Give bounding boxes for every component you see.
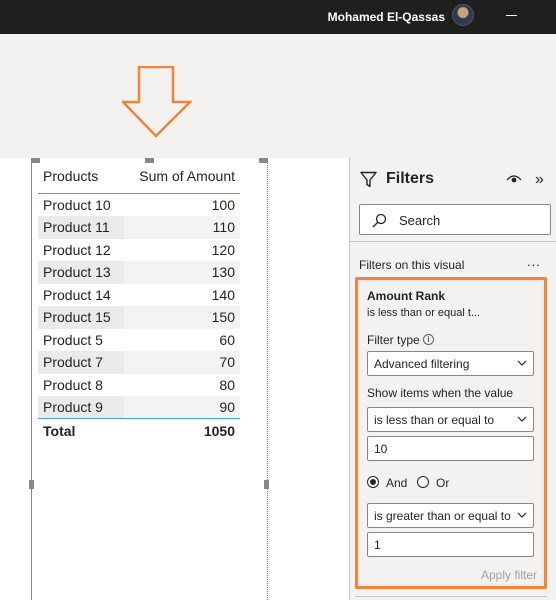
amount-cell: 100 [211, 197, 235, 213]
table-row: Product 9 90 [38, 396, 240, 419]
condition2-value: is greater than or equal to [374, 509, 511, 523]
filters-title: Filters [386, 170, 435, 187]
table-row: Product 7 70 [38, 351, 240, 374]
filters-pane: Filters » Search Filters on this visual … [349, 158, 556, 600]
filter-card-summary: is less than or equal t... [367, 307, 481, 319]
table-total-row: Total 1050 [38, 418, 240, 443]
condition2-dropdown[interactable]: is greater than or equal to [367, 503, 534, 528]
filter-card-body: Amount Rank is less than or equal t... F… [360, 282, 542, 584]
ribbon-area [0, 34, 556, 158]
value1-input[interactable]: 10 [367, 436, 534, 461]
amount-cell: 120 [211, 241, 235, 258]
filter-card-title[interactable]: Amount Rank [367, 289, 445, 303]
condition1-dropdown[interactable]: is less than or equal to [367, 407, 534, 432]
user-name: Mohamed El-Qassas [327, 10, 445, 24]
or-radio[interactable] [417, 476, 429, 488]
product-cell: Product 11 [38, 216, 124, 239]
funnel-icon [360, 171, 377, 188]
amount-cell: 150 [123, 306, 240, 329]
condition1-value: is less than or equal to [374, 413, 495, 427]
resize-handle[interactable] [259, 158, 268, 163]
next-filter-card-edge [355, 596, 547, 600]
title-bar: Mohamed El-Qassas [0, 0, 556, 34]
amount-cell: 60 [219, 331, 235, 348]
amount-cell: 140 [211, 286, 235, 303]
search-placeholder: Search [399, 213, 441, 228]
table-row: Product 15 150 [38, 306, 240, 329]
amount-cell: 130 [123, 261, 240, 284]
filter-type-value: Advanced filtering [374, 357, 470, 371]
column-header-products[interactable]: Products [38, 166, 124, 194]
resize-handle[interactable] [29, 480, 34, 489]
filters-on-visual-label: Filters on this visual [359, 258, 465, 272]
filters-search-input[interactable]: Search [359, 204, 551, 235]
value2-input[interactable]: 1 [367, 532, 534, 557]
product-cell: Product 12 [43, 241, 111, 258]
table-row: Product 5 60 [38, 329, 240, 352]
data-table: Products Sum of Amount Product 10 100 Pro… [38, 166, 240, 443]
product-cell: Product 14 [43, 286, 111, 303]
show-items-label: Show items when the value [367, 386, 514, 400]
product-cell: Product 13 [38, 261, 124, 284]
amount-cell: 90 [123, 396, 240, 419]
down-arrow-icon [122, 66, 192, 138]
amount-cell: 70 [123, 351, 240, 374]
and-label: And [386, 476, 408, 490]
divider [350, 241, 556, 242]
avatar[interactable] [452, 4, 474, 26]
product-cell: Product 9 [38, 396, 124, 419]
search-icon [372, 213, 387, 228]
table-row: Product 11 110 [38, 216, 240, 239]
column-header-amount[interactable]: Sum of Amount [123, 166, 240, 194]
product-cell: Product 5 [43, 331, 103, 348]
chevron-down-icon [517, 360, 527, 366]
eye-icon[interactable] [506, 173, 522, 185]
table-row: Product 10 100 [38, 194, 240, 217]
table-header-row: Products Sum of Amount [38, 166, 240, 194]
resize-handle[interactable] [264, 480, 269, 489]
total-amount: 1050 [123, 418, 240, 443]
table-row: Product 8 80 [38, 374, 240, 397]
filters-pane-header: Filters » [360, 170, 550, 190]
product-cell: Product 7 [38, 351, 124, 374]
amount-cell: 110 [123, 216, 240, 239]
table-row: Product 12 120 [38, 239, 240, 262]
product-cell: Product 8 [43, 376, 103, 393]
and-radio[interactable] [367, 476, 379, 488]
collapse-icon[interactable]: » [535, 171, 544, 189]
minimize-icon[interactable] [506, 15, 517, 16]
product-cell: Product 10 [43, 197, 111, 213]
total-label: Total [38, 418, 124, 443]
product-cell: Product 15 [38, 306, 124, 329]
table-row: Product 14 140 [38, 284, 240, 307]
more-options-icon[interactable]: ... [527, 254, 541, 269]
table-row: Product 13 130 [38, 261, 240, 284]
info-icon[interactable]: i [423, 334, 434, 345]
report-canvas: Products Sum of Amount Product 10 100 Pro… [0, 158, 348, 600]
chevron-down-icon [517, 416, 527, 422]
resize-handle[interactable] [31, 158, 40, 163]
or-label: Or [436, 476, 450, 490]
amount-cell: 80 [219, 376, 235, 393]
filter-type-label: Filter type [367, 333, 420, 347]
apply-filter-button[interactable]: Apply filter [481, 568, 537, 582]
chevron-down-icon [517, 512, 527, 518]
resize-handle[interactable] [145, 158, 154, 163]
filter-card: Amount Rank is less than or equal t... F… [355, 277, 547, 589]
filter-type-dropdown[interactable]: Advanced filtering [367, 351, 534, 376]
